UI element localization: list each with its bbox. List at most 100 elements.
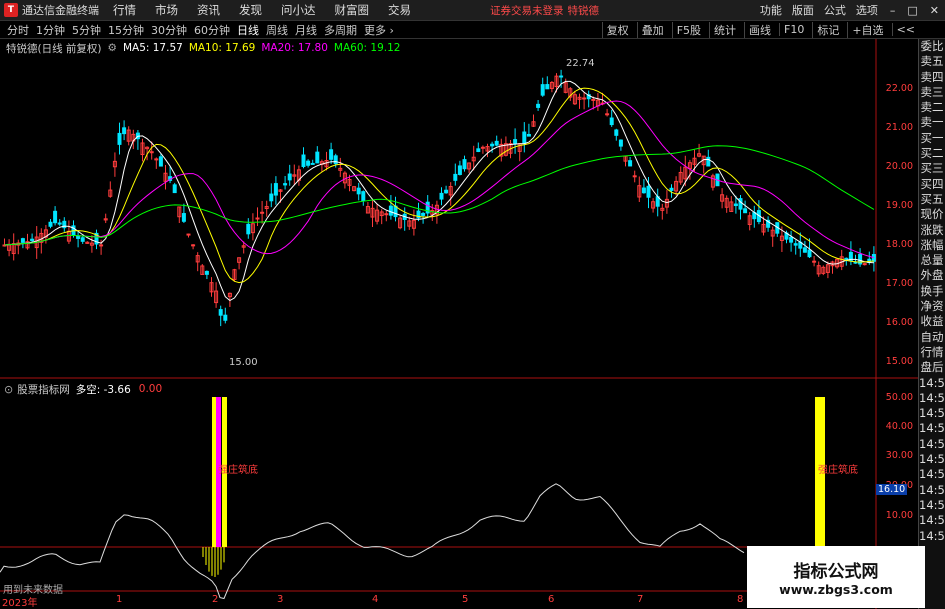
side-item[interactable]: 14:56: [919, 452, 945, 467]
candle-body: [223, 314, 228, 321]
period-multi[interactable]: 多周期: [324, 22, 357, 38]
side-item[interactable]: 14:56: [919, 437, 945, 452]
candle-body: [559, 75, 564, 78]
kline-chart[interactable]: [0, 39, 919, 609]
candle-body: [99, 244, 104, 247]
candle-body: [301, 154, 306, 167]
side-item[interactable]: 买三: [919, 161, 945, 176]
candle-body: [706, 156, 711, 167]
login-alert[interactable]: 证券交易未登录: [490, 3, 564, 18]
side-item[interactable]: 14:56: [919, 406, 945, 421]
side-item[interactable]: 14:56: [919, 498, 945, 513]
candle-body: [793, 243, 798, 246]
menu-gongneng[interactable]: 功能: [760, 2, 782, 18]
side-item[interactable]: 卖一: [919, 115, 945, 130]
side-item[interactable]: 14:56: [919, 483, 945, 498]
period-5min[interactable]: 5分钟: [72, 22, 101, 38]
period-fenshi[interactable]: 分时: [7, 22, 29, 38]
tool-fuquan[interactable]: 复权: [601, 21, 629, 38]
side-item[interactable]: 卖三: [919, 85, 945, 100]
maximize-icon[interactable]: □: [907, 4, 917, 17]
month-tick: 1: [116, 594, 123, 605]
side-item[interactable]: 总量: [919, 253, 945, 268]
indicator-title: 股票指标网: [17, 383, 70, 396]
side-item[interactable]: 14:56: [919, 376, 945, 391]
tool-collapse[interactable]: <<: [891, 23, 915, 36]
tool-add-watchlist[interactable]: +自选: [847, 21, 884, 38]
side-item[interactable]: 买五: [919, 192, 945, 207]
side-item[interactable]: 买四: [919, 177, 945, 192]
indicator-tick: 30.00: [885, 450, 913, 461]
side-item[interactable]: 委比: [919, 39, 945, 54]
period-weekly[interactable]: 周线: [266, 22, 288, 38]
side-item[interactable]: 自动: [919, 330, 945, 345]
side-item[interactable]: 收益: [919, 314, 945, 329]
stock-name-link[interactable]: 特锐德: [568, 3, 600, 18]
side-item[interactable]: 卖二: [919, 100, 945, 115]
menu-item-zixun[interactable]: 资讯: [197, 2, 220, 18]
ma-series: [4, 80, 875, 302]
side-item[interactable]: 涨跌: [919, 223, 945, 238]
side-item[interactable]: 买二: [919, 146, 945, 161]
period-1min[interactable]: 1分钟: [36, 22, 65, 38]
tool-huaxian[interactable]: 画线: [744, 21, 771, 38]
side-item[interactable]: 买一: [919, 131, 945, 146]
period-15min[interactable]: 15分钟: [108, 22, 144, 38]
side-item[interactable]: 外盘: [919, 268, 945, 283]
candle-body: [812, 260, 817, 263]
price-tick: 22.00: [885, 83, 913, 94]
candle-series: [2, 69, 876, 327]
candle-body: [191, 244, 196, 247]
candle-body: [743, 208, 748, 214]
price-tick: 15.00: [885, 356, 913, 367]
minimize-icon[interactable]: –: [890, 4, 896, 17]
menu-item-caifuquan[interactable]: 财富圈: [335, 2, 370, 18]
candle-body: [204, 270, 209, 275]
price-tick: 21.00: [885, 122, 913, 133]
tool-f10[interactable]: F10: [779, 23, 804, 36]
signal-label: 强庄筑底: [818, 465, 858, 476]
side-item[interactable]: 净资: [919, 299, 945, 314]
tool-tongji[interactable]: 统计: [709, 21, 736, 38]
indicator-settings-icon[interactable]: ⊙: [4, 383, 13, 396]
menu-item-jiaoyi[interactable]: 交易: [388, 2, 411, 18]
close-icon[interactable]: ✕: [930, 4, 939, 17]
duokong-line: [0, 483, 745, 600]
side-item[interactable]: 14:56: [919, 391, 945, 406]
side-item[interactable]: 现价: [919, 207, 945, 222]
side-item[interactable]: 换手: [919, 284, 945, 299]
menu-banmian[interactable]: 版面: [792, 2, 814, 18]
side-item[interactable]: 14:56: [919, 513, 945, 528]
candle-body: [30, 238, 35, 242]
side-item[interactable]: 涨幅: [919, 238, 945, 253]
tool-f5[interactable]: F5股: [671, 21, 701, 38]
side-item[interactable]: 14:56: [919, 467, 945, 482]
tool-diejia[interactable]: 叠加: [636, 21, 664, 38]
candle-body: [260, 211, 265, 214]
menu-item-wenxiaoda[interactable]: 问小达: [281, 2, 316, 18]
duokong-value: 多空: -3.66: [75, 383, 131, 396]
menu-xuanxiang[interactable]: 选项: [856, 2, 878, 18]
side-item[interactable]: 14:56: [919, 421, 945, 436]
candle-body: [609, 117, 614, 126]
price-tick: 17.00: [885, 278, 913, 289]
period-monthly[interactable]: 月线: [295, 22, 317, 38]
side-item[interactable]: 行情: [919, 345, 945, 360]
candle-body: [490, 143, 495, 147]
price-tick: 16.00: [885, 317, 913, 328]
menu-item-faxian[interactable]: 发现: [239, 2, 262, 18]
menu-gongshi[interactable]: 公式: [824, 2, 846, 18]
period-60min[interactable]: 60分钟: [194, 22, 230, 38]
menu-item-hangqing[interactable]: 行情: [113, 2, 136, 18]
candle-body: [844, 257, 849, 260]
side-item[interactable]: 卖四: [919, 70, 945, 85]
side-item[interactable]: 卖五: [919, 54, 945, 69]
menu-item-shichang[interactable]: 市场: [155, 2, 178, 18]
period-more[interactable]: 更多 ›: [364, 22, 394, 38]
tool-biaoji[interactable]: 标记: [812, 21, 839, 38]
side-item[interactable]: 盘后: [919, 360, 945, 375]
period-daily[interactable]: 日线: [237, 22, 259, 38]
side-item[interactable]: 14:56: [919, 529, 945, 544]
candle-body: [154, 158, 159, 161]
period-30min[interactable]: 30分钟: [151, 22, 187, 38]
